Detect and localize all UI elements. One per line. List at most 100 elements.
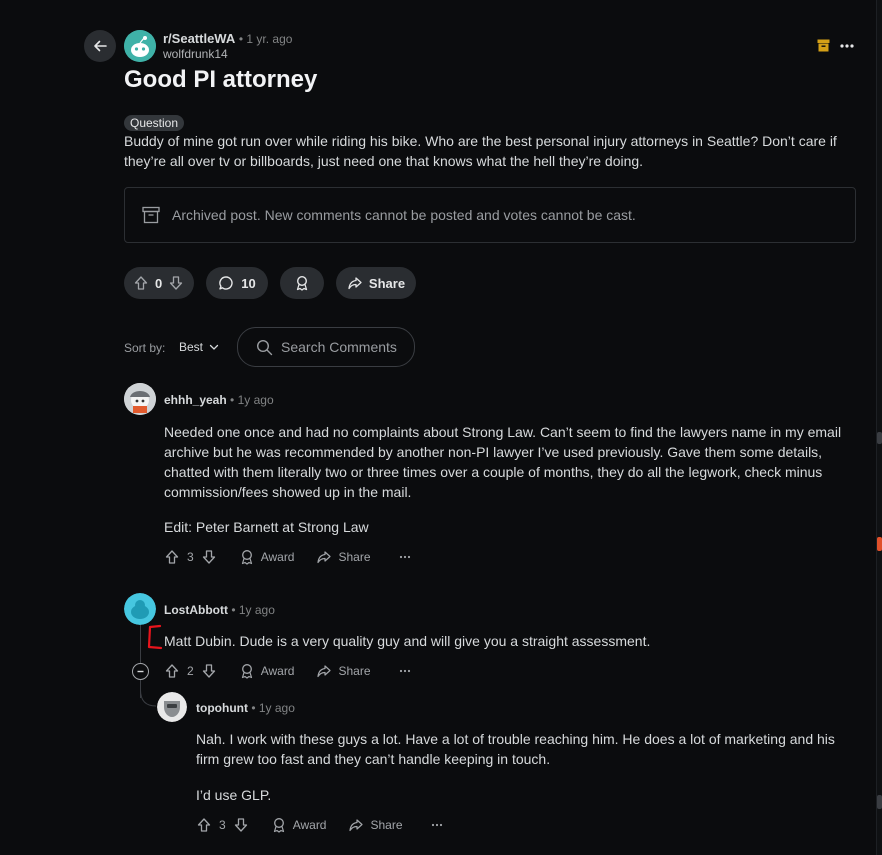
comment-icon <box>219 276 233 290</box>
comment-author[interactable]: ehhh_yeah <box>164 393 227 407</box>
award-button[interactable]: Award <box>239 549 295 565</box>
user-avatar-icon <box>124 383 156 415</box>
comment-actions: 3 Award Share <box>196 817 443 833</box>
sort-label: Sort by: <box>124 341 166 355</box>
post-time: 1 yr. ago <box>246 32 293 46</box>
search-input[interactable] <box>279 338 403 356</box>
share-button[interactable]: Share <box>348 817 403 833</box>
user-avatar-icon <box>157 692 187 722</box>
meta-separator: • <box>231 603 239 617</box>
downvote-icon <box>170 276 183 290</box>
red-annotation-mark <box>147 624 163 650</box>
ellipsis-icon <box>399 669 410 673</box>
comment-text: I’d use GLP. <box>196 787 272 803</box>
subreddit-link[interactable]: r/SeattleWA <box>163 31 235 46</box>
downvote-button[interactable] <box>201 549 217 565</box>
comment-time: 1y ago <box>238 603 275 617</box>
comment-author[interactable]: LostAbbott <box>164 603 228 617</box>
upvote-icon <box>197 818 211 832</box>
downvote-icon <box>202 664 215 678</box>
snoo-icon <box>124 30 156 62</box>
more-options-button[interactable] <box>399 665 411 677</box>
post-body: Buddy of mine got run over while riding … <box>124 133 837 169</box>
vote-control: 0 <box>124 267 194 299</box>
chevron-down-icon <box>209 344 219 350</box>
comment-time: 1y ago <box>237 393 274 407</box>
downvote-button[interactable] <box>233 817 249 833</box>
back-button[interactable] <box>84 30 116 62</box>
upvote-button[interactable] <box>133 275 149 291</box>
comment-score: 3 <box>187 550 194 564</box>
share-label: Share <box>370 818 403 832</box>
award-button[interactable] <box>280 267 324 299</box>
comment-text: Matt Dubin. Dude is a very quality guy a… <box>164 633 651 649</box>
post-flair[interactable]: Question <box>124 115 185 131</box>
downvote-button[interactable] <box>201 663 217 679</box>
sidebar-edge-mark-orange <box>877 537 882 551</box>
award-label: Award <box>260 550 295 564</box>
upvote-button[interactable] <box>164 549 180 565</box>
thread-line <box>140 625 141 663</box>
right-sidebar-edge <box>876 0 882 855</box>
reply-branch-line <box>140 690 157 707</box>
comment-actions: 3 Award Share <box>164 549 411 565</box>
downvote-icon <box>202 550 215 564</box>
comment-time: 1y ago <box>258 701 295 715</box>
upvote-button[interactable] <box>164 663 180 679</box>
collapse-thread-button[interactable] <box>132 663 149 680</box>
comment-author-line: LostAbbott • 1y ago <box>164 603 275 617</box>
search-icon <box>256 339 273 355</box>
more-options-button[interactable] <box>399 551 411 563</box>
upvote-icon <box>165 550 179 564</box>
avatar[interactable] <box>124 383 156 415</box>
ellipsis-icon <box>399 555 410 559</box>
comments-button[interactable]: 10 <box>206 267 268 299</box>
post-title: Good PI attorney <box>124 66 318 93</box>
share-label: Share <box>338 550 371 564</box>
share-button[interactable]: Share <box>336 267 416 299</box>
avatar[interactable] <box>124 593 156 625</box>
award-label: Award <box>260 664 295 678</box>
comment-text: Nah. I work with these guys a lot. Have … <box>196 731 835 767</box>
comment-score: 2 <box>187 664 194 678</box>
subreddit-avatar[interactable] <box>124 30 156 62</box>
award-icon <box>273 818 284 833</box>
meta-separator: • <box>230 393 238 407</box>
award-icon <box>241 664 252 679</box>
post-meta: r/SeattleWA • 1 yr. ago <box>163 31 292 46</box>
award-button[interactable]: Award <box>239 663 295 679</box>
share-icon <box>317 665 332 678</box>
share-icon <box>349 819 364 832</box>
comment-search-box[interactable] <box>237 327 415 367</box>
comment-author-line: ehhh_yeah • 1y ago <box>164 393 274 407</box>
upvote-icon <box>134 276 148 290</box>
archive-icon[interactable] <box>817 39 830 57</box>
post-author[interactable]: wolfdrunk14 <box>163 47 228 61</box>
avatar[interactable] <box>157 692 187 722</box>
downvote-button[interactable] <box>168 275 184 291</box>
comment-count: 10 <box>241 275 256 291</box>
archive-box-icon <box>142 206 160 229</box>
ellipsis-icon <box>431 823 442 827</box>
comment-actions: 2 Award Share <box>164 663 411 679</box>
share-button[interactable]: Share <box>316 663 371 679</box>
more-options-button[interactable] <box>431 819 443 831</box>
archived-notice-text: Archived post. New comments cannot be po… <box>172 207 636 223</box>
minus-icon <box>137 670 144 673</box>
award-button[interactable]: Award <box>271 817 326 833</box>
upvote-button[interactable] <box>196 817 212 833</box>
comment-author-line: topohunt • 1y ago <box>196 701 295 715</box>
more-options-button[interactable] <box>840 39 854 58</box>
comment-author[interactable]: topohunt <box>196 701 248 715</box>
share-icon <box>348 277 362 290</box>
comment-score: 3 <box>219 818 226 832</box>
share-button[interactable]: Share <box>316 549 371 565</box>
sort-dropdown[interactable]: Best <box>179 340 219 354</box>
share-label: Share <box>368 275 406 291</box>
meta-separator: • <box>251 701 259 715</box>
downvote-icon <box>234 818 247 832</box>
upvote-icon <box>165 664 179 678</box>
share-icon <box>317 551 332 564</box>
share-label: Share <box>338 664 371 678</box>
user-avatar-icon <box>124 593 156 625</box>
